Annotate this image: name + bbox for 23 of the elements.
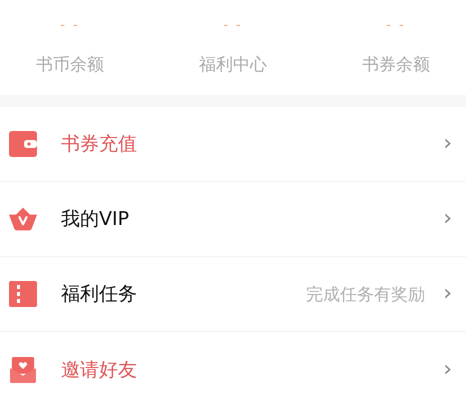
chevron-icon: › xyxy=(443,358,452,380)
menu-item[interactable]: 邀请好友 › xyxy=(0,332,466,407)
stat-label[interactable]: 书币余额 xyxy=(36,53,104,76)
menu-label: 邀请好友 xyxy=(61,358,138,382)
crown-icon xyxy=(9,206,37,232)
menu-item[interactable]: 福利任务 完成任务有奖励 › xyxy=(0,257,466,332)
menu-hint: 完成任务有奖励 xyxy=(306,284,426,306)
chevron-icon: › xyxy=(443,208,452,230)
wallet-icon xyxy=(9,131,37,157)
menu-item[interactable]: 书券充值 › xyxy=(0,107,466,182)
envelope-icon xyxy=(9,356,37,382)
stat-label[interactable]: 书券余额 xyxy=(362,53,430,76)
menu-label: 福利任务 xyxy=(61,282,138,307)
menu-label: 书券充值 xyxy=(61,132,138,157)
stat-value: - - xyxy=(223,18,243,33)
stat-value: - - xyxy=(60,18,80,33)
stat-label[interactable]: 福利中心 xyxy=(199,53,267,76)
chevron-icon: › xyxy=(443,283,452,305)
menu-label: 我的VIP xyxy=(61,207,130,232)
ticket-icon xyxy=(9,281,37,307)
stat-value: - - xyxy=(386,18,406,33)
menu-item[interactable]: 我的VIP › xyxy=(0,182,466,257)
chevron-icon: › xyxy=(443,133,452,155)
